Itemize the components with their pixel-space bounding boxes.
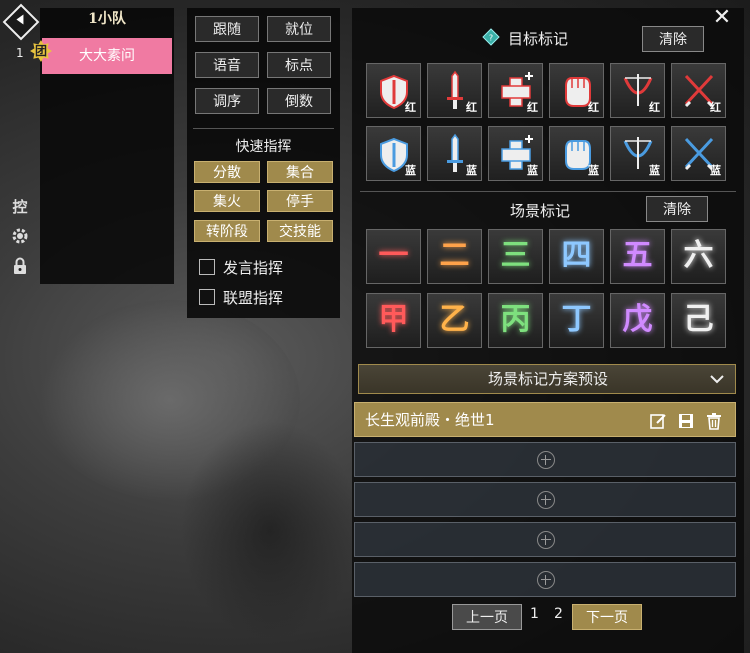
divider	[360, 191, 736, 192]
team-title: 1小队	[88, 11, 126, 27]
red-target-mark-fist-button[interactable]: 红	[549, 63, 604, 118]
gather-button[interactable]: 集合	[267, 161, 333, 183]
scene-marks-title: 场景标记	[510, 202, 571, 220]
red-target-mark-sword-button[interactable]: 红	[427, 63, 482, 118]
mark-color-label: 红	[710, 101, 721, 114]
trash-icon[interactable]	[705, 412, 723, 430]
blue-target-mark-bow-button[interactable]: 蓝	[610, 126, 665, 181]
divider	[193, 128, 334, 129]
mark-color-label: 红	[649, 101, 660, 114]
speak-command-checkbox[interactable]	[199, 259, 215, 275]
collapse-toggle-button[interactable]	[2, 3, 40, 41]
red-target-mark-shield-button[interactable]: 红	[366, 63, 421, 118]
preset-row-empty[interactable]	[354, 482, 736, 517]
red-target-mark-heal-plus-button[interactable]: 红	[488, 63, 543, 118]
scene-mark-row2-1-button[interactable]: 乙	[427, 293, 482, 348]
blue-target-mark-sword-button[interactable]: 蓝	[427, 126, 482, 181]
blue-target-mark-shield-button[interactable]: 蓝	[366, 126, 421, 181]
lock-icon[interactable]	[10, 256, 30, 276]
alliance-command-checkbox[interactable]	[199, 289, 215, 305]
use-skill-button[interactable]: 交技能	[267, 220, 333, 242]
svg-text:?: ?	[489, 34, 493, 43]
background-shadow	[180, 420, 360, 640]
next-page-button[interactable]: 下一页	[572, 604, 642, 630]
leader-badge-label: 团	[34, 44, 47, 58]
page-1-link[interactable]: 1	[530, 606, 539, 622]
reorder-button[interactable]: 调序	[195, 88, 259, 114]
scene-mark-row2-2-button[interactable]: 丙	[488, 293, 543, 348]
control-label[interactable]: 控	[10, 197, 30, 217]
mark-color-label: 红	[466, 101, 477, 114]
preset-row-empty[interactable]	[354, 442, 736, 477]
scene-mark-row1-0-button[interactable]: 一	[366, 229, 421, 284]
add-preset-icon[interactable]	[537, 451, 555, 469]
scene-mark-row1-5-button[interactable]: 六	[671, 229, 726, 284]
blue-target-mark-crossed-swords-button[interactable]: 蓝	[671, 126, 726, 181]
clear-target-marks-button[interactable]: 清除	[642, 26, 704, 52]
add-preset-icon[interactable]	[537, 491, 555, 509]
preset-name: 长生观前殿・绝世1	[365, 411, 495, 429]
scene-mark-row1-2-button[interactable]: 三	[488, 229, 543, 284]
command-panel: 跟随 就位 语音 标点 调序 倒数 快速指挥 分散 集合 集火 停手 转阶段 交…	[187, 8, 340, 318]
clear-scene-marks-button[interactable]: 清除	[646, 196, 708, 222]
chevron-down-icon	[710, 375, 724, 384]
speak-command-label: 发言指挥	[223, 259, 284, 277]
voice-button[interactable]: 语音	[195, 52, 259, 78]
mark-color-label: 蓝	[710, 164, 721, 177]
marker-panel: ✕ ? 目标标记 清除 红 红 红 红 红 红蓝 蓝 蓝 蓝 蓝 蓝 场景标记 清除 一二三四五六甲…	[352, 7, 744, 653]
red-target-mark-crossed-swords-button[interactable]: 红	[671, 63, 726, 118]
add-preset-icon[interactable]	[537, 571, 555, 589]
edit-icon[interactable]	[649, 412, 667, 430]
left-toolbar: 控	[0, 0, 40, 653]
alliance-command-label: 联盟指挥	[223, 289, 284, 307]
scene-mark-row2-5-button[interactable]: 己	[671, 293, 726, 348]
preset-dropdown[interactable]: 场景标记方案预设	[358, 364, 736, 394]
scene-mark-row2-0-button[interactable]: 甲	[366, 293, 421, 348]
countdown-button[interactable]: 倒数	[267, 88, 331, 114]
scene-mark-row1-3-button[interactable]: 四	[549, 229, 604, 284]
page-2-link[interactable]: 2	[554, 606, 563, 622]
follow-button[interactable]: 跟随	[195, 16, 259, 42]
scene-mark-row1-4-button[interactable]: 五	[610, 229, 665, 284]
prev-page-button[interactable]: 上一页	[452, 604, 522, 630]
mark-color-label: 蓝	[649, 164, 660, 177]
scene-mark-row2-3-button[interactable]: 丁	[549, 293, 604, 348]
preset-dropdown-label: 场景标记方案预设	[487, 370, 608, 388]
preset-row-empty[interactable]	[354, 522, 736, 557]
mark-point-button[interactable]: 标点	[267, 52, 331, 78]
blue-target-mark-fist-button[interactable]: 蓝	[549, 126, 604, 181]
target-marks-title: 目标标记	[508, 30, 569, 48]
save-icon[interactable]	[677, 412, 695, 430]
preset-row-empty[interactable]	[354, 562, 736, 597]
preset-row-active[interactable]: 长生观前殿・绝世1	[354, 402, 736, 437]
close-icon[interactable]: ✕	[710, 7, 734, 30]
quick-command-title: 快速指挥	[235, 139, 292, 155]
mark-color-label: 红	[588, 101, 599, 114]
mark-color-label: 蓝	[527, 164, 538, 177]
team-member-row[interactable]: 大大素问	[42, 38, 172, 74]
target-mark-diamond-icon: ?	[482, 28, 500, 46]
arrow-left-icon	[16, 14, 24, 25]
member-name: 大大素问	[79, 48, 135, 64]
gear-icon[interactable]	[10, 226, 30, 246]
red-target-mark-bow-button[interactable]: 红	[610, 63, 665, 118]
in-position-button[interactable]: 就位	[267, 16, 331, 42]
mark-color-label: 蓝	[588, 164, 599, 177]
member-index: 1	[16, 46, 24, 60]
stop-button[interactable]: 停手	[267, 190, 333, 212]
blue-target-mark-heal-plus-button[interactable]: 蓝	[488, 126, 543, 181]
mark-color-label: 蓝	[405, 164, 416, 177]
team-panel: 1小队 大大素问	[40, 8, 174, 284]
mark-color-label: 蓝	[466, 164, 477, 177]
focus-fire-button[interactable]: 集火	[194, 190, 260, 212]
scatter-button[interactable]: 分散	[194, 161, 260, 183]
phase-change-button[interactable]: 转阶段	[194, 220, 260, 242]
mark-color-label: 红	[527, 101, 538, 114]
scene-mark-row1-1-button[interactable]: 二	[427, 229, 482, 284]
add-preset-icon[interactable]	[537, 531, 555, 549]
mark-color-label: 红	[405, 101, 416, 114]
scene-mark-row2-4-button[interactable]: 戊	[610, 293, 665, 348]
